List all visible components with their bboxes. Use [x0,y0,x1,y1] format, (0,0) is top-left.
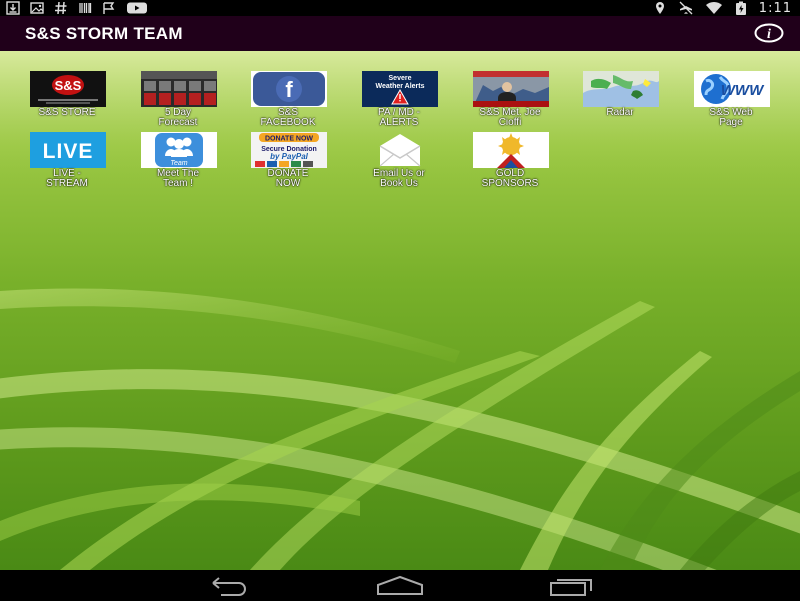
tile-label: GOLD SPONSORS [481,168,539,189]
navigation-bar [0,570,800,600]
envelope-icon [362,132,438,168]
tile-pa-md-alerts[interactable]: Severe Weather Alerts PA / MD - ALERTS [344,61,454,128]
facebook-icon: f [251,71,327,107]
hash-icon [55,1,67,15]
tile-live-stream[interactable]: LIVE LIVE - STREAM [12,122,122,189]
svg-text:Severe: Severe [389,75,412,82]
forecast-thumbnail [141,71,217,107]
tile-radar[interactable]: Radar [565,61,675,123]
shortcut-grid: S&S S&S STORE 5 Day Forecast f S&S FACEBOO… [0,51,800,191]
svg-text:DONATE NOW: DONATE NOW [265,136,313,143]
svg-text:WWW: WWW [721,82,765,99]
live-badge: LIVE [30,132,106,168]
team-icon: Team [141,132,217,168]
radar-map [583,71,659,107]
flag-icon [103,2,115,14]
tile-label: Meet The Team ! [156,168,200,189]
tile-gold-sponsors[interactable]: GOLD SPONSORS [455,122,565,189]
app-title: S&S STORM TEAM [25,24,183,43]
svg-text:f: f [285,77,293,102]
barcode-icon [79,3,92,13]
tile-met-joe-cioffi[interactable]: S&S Met. Joe Cioffi [455,61,565,128]
svg-text:LIVE: LIVE [43,140,94,163]
app-bar: S&S STORM TEAM i [0,16,800,51]
tile-label: S&S STORE [38,107,96,118]
tile-email-us[interactable]: Email Us or Book Us [344,122,454,189]
gold-sun-badge [473,132,549,168]
tile-meet-the-team[interactable]: Team Meet The Team ! [123,122,233,189]
tile-label: LIVE - STREAM [46,168,88,189]
tile-ss-facebook[interactable]: f S&S FACEBOOK [233,61,343,128]
tile-label: Radar [606,107,634,118]
airplane-mode-icon [679,1,693,15]
svg-text:Team: Team [170,160,187,167]
svg-text:S&S: S&S [55,78,82,93]
tile-ss-store[interactable]: S&S S&S STORE [12,61,122,123]
info-icon: i [754,23,784,43]
tile-5-day-forecast[interactable]: 5 Day Forecast [123,61,233,128]
status-bar: 1:11 [0,0,800,16]
location-icon [655,2,664,14]
back-button[interactable] [199,574,259,596]
tile-label: S&S Web Page [709,107,753,128]
home-screen: S&S S&S STORE 5 Day Forecast f S&S FACEBOO… [0,51,800,570]
tile-label: DONATE NOW [267,168,309,189]
svg-text:i: i [767,27,771,42]
notification-icons [6,0,148,16]
system-status-icons: 1:11 [653,0,792,16]
recents-icon [550,579,592,596]
svg-text:by PayPal: by PayPal [270,152,309,161]
svg-text:Weather Alerts: Weather Alerts [375,83,424,90]
wifi-icon [705,1,722,15]
info-button[interactable]: i [754,23,784,43]
download-icon [6,1,20,15]
photo-icon [30,2,44,14]
severe-weather-alerts: Severe Weather Alerts [362,71,438,107]
battery-icon [735,1,746,15]
donate-paypal: DONATE NOW Secure Donation by PayPal [251,132,327,168]
www-globe: WWW [694,71,770,107]
home-icon [377,575,423,595]
back-icon [212,577,246,596]
home-button[interactable] [370,574,430,596]
tile-label: Email Us or Book Us [373,168,425,189]
recents-button[interactable] [542,574,602,596]
tile-ss-web-page[interactable]: WWW S&S Web Page [676,61,786,128]
tile-donate-now[interactable]: DONATE NOW Secure Donation by PayPal DONAT… [233,122,343,189]
meteorologist-photo [473,71,549,107]
s-and-s-logo: S&S [30,71,106,107]
youtube-icon [127,2,147,14]
clock: 1:11 [758,0,792,16]
